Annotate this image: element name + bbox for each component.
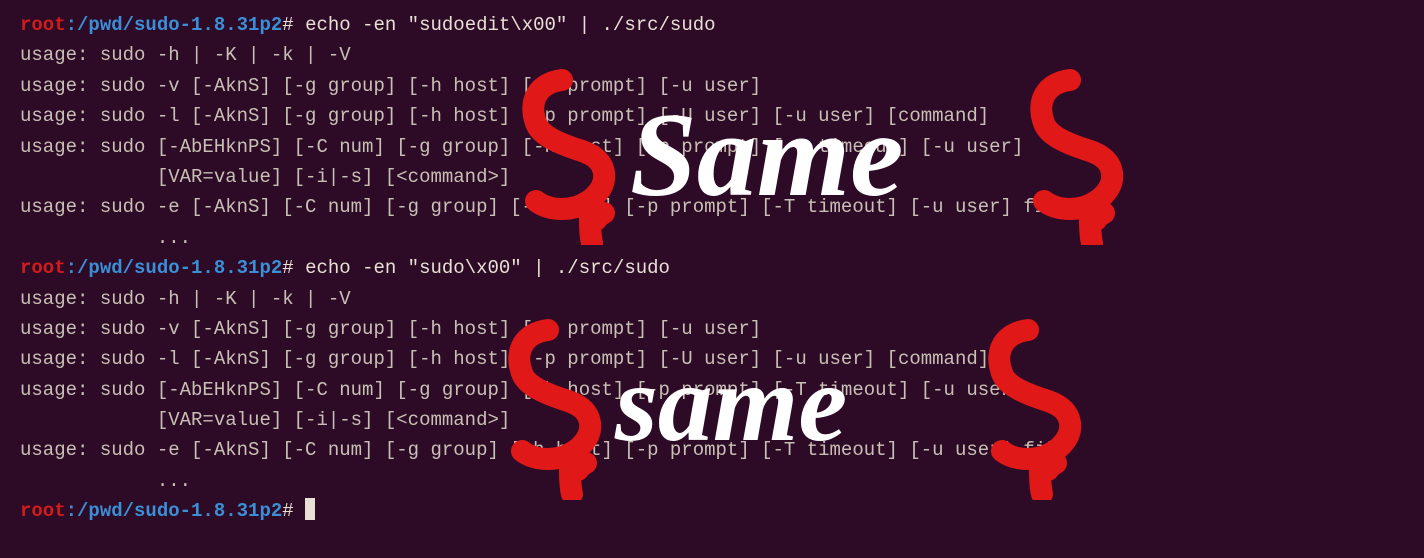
prompt-colon: : xyxy=(66,500,77,522)
prompt-user: root xyxy=(20,500,66,522)
command-1: echo -en "sudoedit\x00" | ./src/sudo xyxy=(305,14,715,36)
usage-line: usage: sudo -v [-AknS] [-g group] [-h ho… xyxy=(20,71,1404,101)
command-line-1: root:/pwd/sudo-1.8.31p2# echo -en "sudoe… xyxy=(20,10,1404,40)
prompt-path: /pwd/sudo-1.8.31p2 xyxy=(77,500,282,522)
prompt-colon: : xyxy=(66,257,77,279)
usage-line: ... xyxy=(20,223,1404,253)
usage-line: usage: sudo -h | -K | -k | -V xyxy=(20,284,1404,314)
command-2: echo -en "sudo\x00" | ./src/sudo xyxy=(305,257,670,279)
usage-line: usage: sudo -l [-AknS] [-g group] [-h ho… xyxy=(20,101,1404,131)
command-line-3: root:/pwd/sudo-1.8.31p2# xyxy=(20,496,1404,526)
usage-line: usage: sudo -l [-AknS] [-g group] [-h ho… xyxy=(20,344,1404,374)
prompt-hash: # xyxy=(282,257,305,279)
prompt-colon: : xyxy=(66,14,77,36)
command-line-2: root:/pwd/sudo-1.8.31p2# echo -en "sudo\… xyxy=(20,253,1404,283)
prompt-user: root xyxy=(20,14,66,36)
prompt-hash: # xyxy=(282,500,305,522)
prompt-hash: # xyxy=(282,14,305,36)
usage-line: usage: sudo -h | -K | -k | -V xyxy=(20,40,1404,70)
usage-line: usage: sudo [-AbEHknPS] [-C num] [-g gro… xyxy=(20,375,1404,405)
cursor-icon xyxy=(305,498,315,520)
usage-line: [VAR=value] [-i|-s] [<command>] xyxy=(20,162,1404,192)
prompt-user: root xyxy=(20,257,66,279)
prompt-path: /pwd/sudo-1.8.31p2 xyxy=(77,257,282,279)
terminal-output: root:/pwd/sudo-1.8.31p2# echo -en "sudoe… xyxy=(20,10,1404,527)
usage-line: ... xyxy=(20,466,1404,496)
usage-line: usage: sudo -e [-AknS] [-C num] [-g grou… xyxy=(20,435,1404,465)
usage-line: usage: sudo -e [-AknS] [-C num] [-g grou… xyxy=(20,192,1404,222)
usage-line: usage: sudo -v [-AknS] [-g group] [-h ho… xyxy=(20,314,1404,344)
usage-line: usage: sudo [-AbEHknPS] [-C num] [-g gro… xyxy=(20,132,1404,162)
usage-line: [VAR=value] [-i|-s] [<command>] xyxy=(20,405,1404,435)
prompt-path: /pwd/sudo-1.8.31p2 xyxy=(77,14,282,36)
